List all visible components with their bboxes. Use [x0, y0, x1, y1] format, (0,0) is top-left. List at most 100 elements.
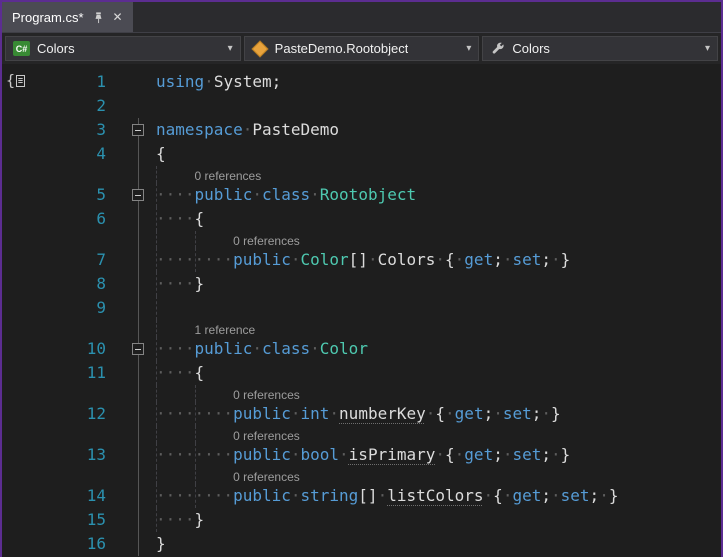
breakpoint-margin[interactable]: [2, 207, 28, 231]
code-text: ····public·class·Color: [148, 337, 721, 361]
whitespace-dots: ·: [290, 486, 301, 505]
code-token: {: [194, 209, 205, 228]
breakpoint-margin[interactable]: [2, 166, 28, 183]
line-number: 3: [96, 120, 106, 139]
code-line: 1 using·System;: [2, 70, 721, 94]
breakpoint-margin[interactable]: [2, 385, 28, 402]
tab-title: Program.cs*: [12, 9, 84, 25]
outline-line: [138, 231, 139, 248]
indent-guide: [156, 248, 157, 272]
codelens-text: 0 references: [148, 426, 721, 443]
breakpoint-margin[interactable]: [2, 320, 28, 337]
breakpoint-margin[interactable]: [2, 443, 28, 467]
breakpoint-margin[interactable]: [2, 94, 28, 118]
line-number: [28, 385, 106, 402]
outline-line: [138, 272, 139, 296]
line-number: 6: [96, 209, 106, 228]
code-line: 9: [2, 296, 721, 320]
code-token: {: [445, 445, 455, 464]
breakpoint-margin[interactable]: [2, 361, 28, 385]
pin-icon[interactable]: [92, 11, 105, 24]
outline-line: [138, 142, 139, 166]
breakpoint-margin[interactable]: [2, 337, 28, 361]
tab-program-cs[interactable]: Program.cs* ✕: [2, 2, 133, 32]
code-text: [148, 296, 721, 320]
indent-guide: [194, 467, 196, 484]
breakpoint-margin[interactable]: [2, 118, 28, 142]
outline-margin: [130, 94, 148, 118]
member-dropdown[interactable]: Colors ▾: [482, 36, 719, 61]
code-line: 3 namespace·PasteDemo: [2, 118, 721, 142]
indent-guide: [156, 183, 157, 207]
code-token: namespace: [156, 120, 243, 139]
whitespace-dots: ·: [252, 185, 262, 204]
code-line: 10 ····public·class·Color: [2, 337, 721, 361]
breakpoint-margin[interactable]: [2, 426, 28, 443]
line-number: 16: [86, 534, 106, 553]
outline-margin: [130, 70, 148, 94]
whitespace-dots: ·: [551, 445, 561, 464]
codelens-text: 1 reference: [148, 320, 721, 337]
codelens-row: 0 references: [2, 166, 721, 183]
whitespace-dots: ·: [445, 404, 455, 423]
indent-guide: [194, 426, 196, 443]
whitespace-dots: ····: [156, 510, 195, 529]
line-number: 10: [86, 339, 106, 358]
chevron-down-icon: ▾: [704, 43, 711, 54]
code-editor[interactable]: { 1 using·System; 2 3 namespace·PasteDemo 4{0…: [2, 64, 721, 557]
code-token: }: [560, 250, 571, 269]
whitespace-dots: ·: [204, 72, 214, 91]
breakpoint-margin[interactable]: [2, 508, 28, 532]
svg-text:{: {: [6, 72, 15, 89]
file-structure-icon[interactable]: {: [6, 72, 28, 93]
whitespace-dots: ·: [242, 120, 253, 139]
outline-margin: [130, 426, 148, 443]
fold-toggle-icon[interactable]: [132, 343, 144, 355]
fold-toggle-icon[interactable]: [132, 189, 144, 201]
breakpoint-margin[interactable]: [2, 296, 28, 320]
code-text: {: [148, 142, 721, 166]
codelens-text: 0 references: [148, 385, 721, 402]
line-number: 1: [96, 72, 106, 91]
code-text: }: [148, 532, 721, 556]
breakpoint-margin[interactable]: [2, 272, 28, 296]
line-number: 12: [86, 404, 106, 423]
outline-margin: [130, 166, 148, 183]
breakpoint-margin[interactable]: [2, 402, 28, 426]
outline-line: [138, 320, 139, 337]
type-dropdown[interactable]: PasteDemo.Rootobject ▾: [243, 36, 480, 61]
code-token: ;: [493, 445, 503, 464]
project-dropdown[interactable]: C# Colors ▾: [5, 36, 241, 61]
code-line: 15 ····}: [2, 508, 721, 532]
breakpoint-margin[interactable]: [2, 142, 28, 166]
breakpoint-margin[interactable]: [2, 183, 28, 207]
breakpoint-margin[interactable]: [2, 231, 28, 248]
code-line: 7 ········public·Color[]·Colors·{·get;·se…: [2, 248, 721, 272]
selection-margin: [106, 183, 130, 207]
fold-toggle-icon[interactable]: [132, 124, 144, 136]
line-number: 7: [96, 250, 106, 269]
outline-line: [138, 484, 139, 508]
code-text: ····public·class·Rootobject: [148, 183, 721, 207]
whitespace-dots: ·: [483, 486, 494, 505]
whitespace-dots: ·: [541, 404, 552, 423]
code-token: public: [194, 339, 253, 358]
code-token: ;: [541, 250, 552, 269]
breakpoint-margin[interactable]: [2, 484, 28, 508]
line-number: 2: [96, 96, 106, 115]
outline-line: [138, 443, 139, 467]
breakpoint-margin[interactable]: [2, 467, 28, 484]
code-token: {: [445, 250, 455, 269]
close-icon[interactable]: ✕: [113, 11, 123, 23]
whitespace-dots: ·: [454, 250, 465, 269]
whitespace-dots: ·: [435, 445, 446, 464]
breakpoint-margin[interactable]: [2, 532, 28, 556]
chevron-down-icon: ▾: [466, 43, 472, 54]
whitespace-dots: ·: [377, 486, 388, 505]
outline-margin: [130, 320, 148, 337]
outline-margin: [130, 443, 148, 467]
selection-margin: [106, 248, 130, 272]
code-token: Color: [319, 339, 368, 358]
breakpoint-margin[interactable]: [2, 248, 28, 272]
